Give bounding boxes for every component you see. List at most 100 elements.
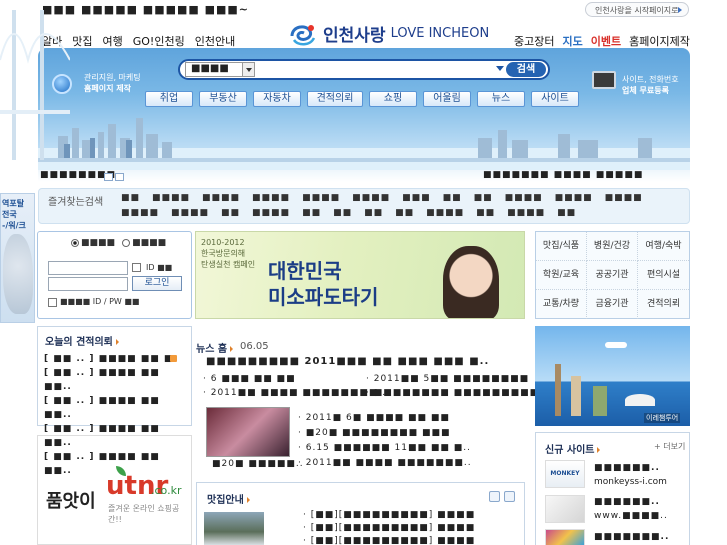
hero-right-promo[interactable]: 사이트, 전화번호 업체 무료등록: [622, 74, 679, 96]
quick-hospital[interactable]: 병원/건강: [587, 232, 638, 261]
quick-estimate[interactable]: 견적의뢰: [638, 290, 689, 319]
favorite-item[interactable]: ■■■■: [252, 208, 290, 218]
favorite-item[interactable]: ■■: [121, 193, 140, 203]
login-type-radio-2[interactable]: [122, 238, 131, 247]
news-thumbnail[interactable]: [206, 407, 290, 457]
new-site-3[interactable]: ■■■■■■■..: [594, 530, 669, 544]
quick-travel[interactable]: 여행/숙박: [638, 232, 689, 261]
tour-ad-image[interactable]: 이레챔투어: [535, 326, 690, 426]
new-site-2[interactable]: ■■■■■■.. www.■■■■..: [594, 495, 668, 523]
category-estimate[interactable]: 견적의뢰: [307, 91, 363, 107]
login-password-input[interactable]: [48, 277, 128, 291]
nav-item-matjip[interactable]: 맛집: [72, 33, 92, 49]
news-headline[interactable]: ■■■■■■■■■ 2011■■■ ■■ ■■■ ■■■ ■..: [206, 356, 489, 367]
matjip-next-button[interactable]: [504, 491, 515, 502]
nav-item-market[interactable]: 중고장터: [514, 33, 554, 49]
favorite-item[interactable]: ■■: [474, 193, 493, 203]
nav-item-travel[interactable]: 여행: [103, 33, 123, 49]
favorite-item[interactable]: ■■: [395, 208, 414, 218]
quick-finance[interactable]: 금융기관: [587, 290, 638, 319]
matjip-thumbnail[interactable]: [204, 512, 264, 545]
category-jobs[interactable]: 취업: [145, 91, 193, 107]
category-shopping[interactable]: 쇼핑: [369, 91, 417, 107]
matjip-item[interactable]: · [■■][■■■■■■■■■] ■■■■: [303, 535, 475, 545]
favorite-item[interactable]: ■■■■: [507, 208, 545, 218]
notice-down-button[interactable]: [115, 173, 124, 181]
pumasi-ad[interactable]: 품앗이 utnr .co.kr 즐겨운 온라인 쇼핑공간!!: [37, 435, 192, 545]
notice-right-text[interactable]: ■■■■■■■ ■■■■ ■■■■■: [483, 170, 643, 180]
favorite-item[interactable]: ■■■■: [171, 208, 209, 218]
search-history-arrow-icon[interactable]: [496, 66, 504, 71]
favorite-item[interactable]: ■■■■: [202, 193, 240, 203]
news-item[interactable]: · 2011■■ ■■■■ ■■■■■■■■..: [203, 386, 386, 400]
matjip-title[interactable]: 맛집안내: [207, 491, 250, 506]
favorite-item[interactable]: ■■: [476, 208, 495, 218]
side-portal-tab[interactable]: 역포탈 전국 -/워/크: [0, 193, 35, 323]
new-sites-title[interactable]: 신규 사이트: [545, 441, 601, 456]
favorite-item[interactable]: ■■■■: [152, 193, 190, 203]
favorite-item[interactable]: ■■■: [402, 193, 431, 203]
news-item[interactable]: · ■20■ ■■■■■■■■ ■■■: [298, 426, 472, 441]
favorite-item[interactable]: ■■■■: [121, 208, 159, 218]
new-site-thumb-2[interactable]: [545, 495, 585, 523]
favorite-item[interactable]: ■■: [557, 208, 576, 218]
category-car[interactable]: 자동차: [253, 91, 301, 107]
favorite-item[interactable]: ■■■■: [352, 193, 390, 203]
nav-item-map[interactable]: 지도: [562, 33, 582, 49]
favorite-item[interactable]: ■■■■: [505, 193, 543, 203]
campaign-banner[interactable]: 2010-2012 한국방문의해 탄생실천 캠페인 대한민국 미소파도타기: [195, 231, 525, 319]
favorite-item[interactable]: ■■■■: [605, 193, 643, 203]
favorite-item[interactable]: ■■■■: [555, 193, 593, 203]
nav-item-event[interactable]: 이벤트: [591, 33, 621, 49]
new-site-1[interactable]: ■■■■■■.. monkeyss-i.com: [594, 461, 667, 489]
nav-item-goincheon[interactable]: GO!인천링: [133, 33, 185, 49]
favorite-item[interactable]: ■■■■: [302, 193, 340, 203]
id-save-checkbox[interactable]: [132, 263, 141, 272]
quick-public[interactable]: 공공기관: [587, 261, 638, 290]
estimate-item[interactable]: [ ■■ .. ] ■■■■ ■■ ■■..: [44, 394, 191, 422]
matjip-prev-button[interactable]: [489, 491, 500, 502]
news-item[interactable]: · ■■■■■■■■ ■■■■■■■■■..: [366, 386, 547, 400]
login-type-radio-1[interactable]: [71, 238, 79, 247]
favorite-item[interactable]: ■■: [443, 193, 462, 203]
category-news[interactable]: 뉴스: [477, 91, 525, 107]
nav-item-homepage[interactable]: 홈페이지제작: [629, 33, 690, 49]
login-id-input[interactable]: [48, 261, 128, 275]
matjip-item[interactable]: · [■■][■■■■■■■■■] ■■■■: [303, 509, 475, 522]
news-item[interactable]: · 2011■■ 5■■ ■■■■■■■■: [366, 372, 547, 386]
notice-up-button[interactable]: [104, 173, 113, 181]
site-logo[interactable]: 인천사랑 LOVE INCHEON: [288, 21, 489, 46]
search-input[interactable]: [260, 62, 490, 77]
login-button[interactable]: 로그인: [132, 276, 182, 291]
new-site-thumb-3[interactable]: [545, 529, 585, 545]
category-community[interactable]: 어울림: [423, 91, 471, 107]
login-bottom-links[interactable]: ■■■■ ID / PW ■■: [60, 297, 139, 306]
favorite-item[interactable]: ■■: [302, 208, 321, 218]
favorite-item[interactable]: ■■■■: [252, 193, 290, 203]
category-site[interactable]: 사이트: [531, 91, 579, 107]
quick-traffic[interactable]: 교통/차량: [536, 290, 587, 319]
news-item[interactable]: · 2011■■ ■■■■ ■■■■■■■..: [298, 456, 472, 471]
quick-academy[interactable]: 학원/교육: [536, 261, 587, 290]
news-item[interactable]: · 2011■ 6■ ■■■■ ■■ ■■: [298, 411, 472, 426]
estimate-item[interactable]: [ ■■ .. ] ■■■■ ■■ ■■..: [44, 366, 191, 394]
new-site-thumb-1[interactable]: MONKEY: [545, 460, 585, 488]
favorite-item[interactable]: ■■■■: [426, 208, 464, 218]
favorite-item[interactable]: ■■: [364, 208, 383, 218]
news-thumb-caption[interactable]: ■20■ ■■■■■..: [212, 459, 304, 469]
hero-left-promo[interactable]: 관리지원, 마케팅 홈페이지 제작: [84, 72, 141, 94]
category-realestate[interactable]: 부동산: [199, 91, 247, 107]
nav-item-guide[interactable]: 인천안내: [195, 33, 235, 49]
estimate-title[interactable]: 오늘의 견적의뢰: [45, 333, 119, 348]
news-item[interactable]: · 6 ■■■ ■■ ■■: [203, 372, 386, 386]
search-category-select[interactable]: ■■■■: [185, 62, 255, 77]
news-title[interactable]: 뉴스 홈: [196, 340, 234, 355]
new-sites-more-link[interactable]: + 더보기: [654, 441, 685, 452]
quick-convenience[interactable]: 편의시설: [638, 261, 689, 290]
matjip-item[interactable]: · [■■][■■■■■■■■■] ■■■■: [303, 522, 475, 535]
quick-food[interactable]: 맛집/식품: [536, 232, 587, 261]
favorite-item[interactable]: ■■: [221, 208, 240, 218]
set-start-page-button[interactable]: 인천사랑을 시작페이지로: [585, 2, 689, 17]
favorite-item[interactable]: ■■: [333, 208, 352, 218]
search-button[interactable]: 검색: [506, 62, 546, 77]
